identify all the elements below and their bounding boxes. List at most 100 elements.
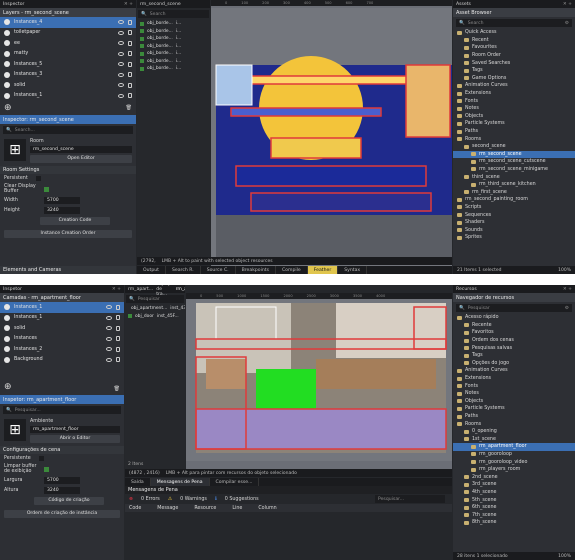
persistent-checkbox[interactable] bbox=[35, 176, 41, 181]
lock-icon[interactable] bbox=[128, 93, 132, 99]
path-checkbox[interactable] bbox=[128, 314, 132, 319]
asset-item[interactable]: Scripts bbox=[453, 204, 575, 212]
output-tab[interactable]: Source C. bbox=[201, 266, 236, 274]
path-row[interactable]: obj_borde... i... bbox=[137, 28, 210, 36]
lock-icon[interactable] bbox=[128, 61, 132, 67]
lock-icon[interactable] bbox=[128, 40, 132, 46]
asset-item[interactable]: Particle Systems bbox=[453, 120, 575, 128]
room-editor-canvas[interactable]: 0 500 1000 1500 2000 2500 3000 3500 4000 bbox=[186, 293, 452, 469]
layer-row[interactable]: Instances_1 bbox=[0, 91, 136, 102]
visibility-icon[interactable] bbox=[118, 93, 124, 98]
trash-icon[interactable]: 🗑 bbox=[126, 105, 132, 111]
width-field[interactable]: 5700 bbox=[44, 197, 80, 204]
trash-icon[interactable]: 🗑 bbox=[114, 386, 120, 392]
asset-search[interactable]: 🔍 Search ⚙ bbox=[456, 19, 572, 27]
asset-item[interactable]: Recente bbox=[453, 322, 575, 330]
visibility-icon[interactable] bbox=[118, 41, 124, 46]
asset-item[interactable]: 8th_scene bbox=[453, 519, 575, 527]
asset-item[interactable]: Particle Systems bbox=[453, 405, 575, 413]
height-field[interactable]: 3240 bbox=[44, 487, 80, 494]
asset-item[interactable]: rm_players_room bbox=[453, 466, 575, 474]
asset-item[interactable]: rm_gooroloop_video bbox=[453, 458, 575, 466]
layer-row[interactable]: solid bbox=[0, 323, 124, 334]
warnings-filter[interactable]: 0 Warnings bbox=[180, 497, 207, 502]
editor-tab[interactable]: Espaço de tra... bbox=[156, 285, 172, 297]
asset-item[interactable]: Favoritos bbox=[453, 329, 575, 337]
asset-item[interactable]: rm_second_scene_cutscene bbox=[453, 158, 575, 166]
asset-item[interactable]: rm_gooroloop bbox=[453, 451, 575, 459]
asset-item[interactable]: Shaders bbox=[453, 219, 575, 227]
asset-item[interactable]: rm_second_painting_room bbox=[453, 196, 575, 204]
asset-item[interactable]: Favourites bbox=[453, 44, 575, 52]
lock-icon[interactable] bbox=[128, 72, 132, 78]
layers-tab[interactable]: Layers - rm_second_scene bbox=[3, 10, 69, 16]
asset-item[interactable]: Extensions bbox=[453, 90, 575, 98]
elements-cameras-header[interactable]: Elements and Cameras bbox=[0, 266, 136, 274]
asset-item[interactable]: 0_opening bbox=[453, 428, 575, 436]
room-settings-header[interactable]: Room Settings bbox=[0, 166, 136, 174]
path-row[interactable]: obj_borde... i... bbox=[137, 50, 210, 58]
layer-row[interactable]: Instances_4 bbox=[0, 17, 136, 28]
output-tab[interactable]: Compilar esse... bbox=[210, 478, 260, 486]
creation-code-button[interactable]: Código de criação bbox=[34, 497, 104, 505]
asset-item[interactable]: Objects bbox=[453, 113, 575, 121]
asset-item[interactable]: 1st_scene bbox=[453, 436, 575, 444]
asset-item[interactable]: Sounds bbox=[453, 226, 575, 234]
path-checkbox[interactable] bbox=[140, 21, 144, 26]
path-search[interactable]: 🔍 Pesquisar bbox=[126, 295, 184, 303]
asset-item[interactable]: Pesquisas salvas bbox=[453, 344, 575, 352]
layer-row[interactable]: Background bbox=[0, 355, 124, 366]
asset-item[interactable]: 5th_scene bbox=[453, 496, 575, 504]
asset-item[interactable]: Sprites bbox=[453, 234, 575, 242]
height-field[interactable]: 3240 bbox=[44, 207, 80, 214]
editor-tab[interactable]: rm_second_scene bbox=[140, 2, 181, 7]
messages-search[interactable]: Pesquisar... bbox=[375, 495, 445, 503]
asset-item[interactable]: 6th_scene bbox=[453, 504, 575, 512]
asset-item[interactable]: Ordem dos cenas bbox=[453, 337, 575, 345]
asset-item[interactable]: Fonts bbox=[453, 97, 575, 105]
suggestions-filter[interactable]: 0 Suggestions bbox=[225, 497, 259, 502]
clear-display-checkbox[interactable] bbox=[44, 186, 49, 192]
asset-item[interactable]: rm_third_scene_kitchen bbox=[453, 181, 575, 189]
assets-zoom[interactable]: 100% bbox=[558, 554, 571, 559]
editor-tab[interactable]: rm_apart... bbox=[176, 287, 185, 292]
column-header[interactable]: Resource bbox=[194, 506, 216, 511]
instance-order-button[interactable]: Ordem de criação de instância bbox=[4, 510, 120, 518]
asset-item[interactable]: 4th_scene bbox=[453, 489, 575, 497]
asset-item[interactable]: Acesso rápido bbox=[453, 314, 575, 322]
layer-row[interactable]: solid bbox=[0, 80, 136, 91]
path-search[interactable]: 🔍 Search bbox=[138, 10, 209, 18]
layer-row[interactable]: Instances_1 bbox=[0, 313, 124, 324]
lock-icon[interactable] bbox=[116, 336, 120, 342]
output-tab[interactable]: Compile bbox=[276, 266, 308, 274]
asset-item[interactable]: Quick Access bbox=[453, 29, 575, 37]
asset-item[interactable]: Rooms bbox=[453, 135, 575, 143]
layer-row[interactable]: Instances_1 bbox=[0, 302, 124, 313]
lock-icon[interactable] bbox=[116, 304, 120, 310]
column-header[interactable]: Column bbox=[258, 506, 276, 511]
path-row[interactable]: obj_door inst_45F... bbox=[125, 313, 185, 321]
asset-item[interactable]: Opções do jogo bbox=[453, 360, 575, 368]
assets-tab[interactable]: Assets bbox=[456, 2, 471, 7]
asset-item[interactable]: Room Order bbox=[453, 52, 575, 60]
visibility-icon[interactable] bbox=[106, 336, 112, 341]
lock-icon[interactable] bbox=[128, 82, 132, 88]
path-row[interactable]: obj_borde... i... bbox=[137, 65, 210, 73]
asset-item[interactable]: Saved Searches bbox=[453, 59, 575, 67]
column-header[interactable]: Code bbox=[129, 506, 141, 511]
output-tab[interactable]: Breakpoints bbox=[236, 266, 276, 274]
layer-row[interactable]: Instances_3 bbox=[0, 70, 136, 81]
asset-item[interactable]: Notes bbox=[453, 390, 575, 398]
output-tab[interactable]: Mensagens de Pena bbox=[150, 478, 210, 486]
path-checkbox[interactable] bbox=[140, 44, 144, 49]
lock-icon[interactable] bbox=[128, 30, 132, 36]
asset-item[interactable]: Tags bbox=[453, 67, 575, 75]
inspector-tab[interactable]: Inspetor bbox=[3, 287, 22, 292]
visibility-icon[interactable] bbox=[106, 315, 112, 320]
visibility-icon[interactable] bbox=[118, 83, 124, 88]
visibility-icon[interactable] bbox=[118, 62, 124, 67]
visibility-icon[interactable] bbox=[118, 30, 124, 35]
layer-row[interactable]: ee bbox=[0, 38, 136, 49]
asset-item[interactable]: Extensions bbox=[453, 375, 575, 383]
output-tab[interactable]: Syntax bbox=[338, 266, 368, 274]
